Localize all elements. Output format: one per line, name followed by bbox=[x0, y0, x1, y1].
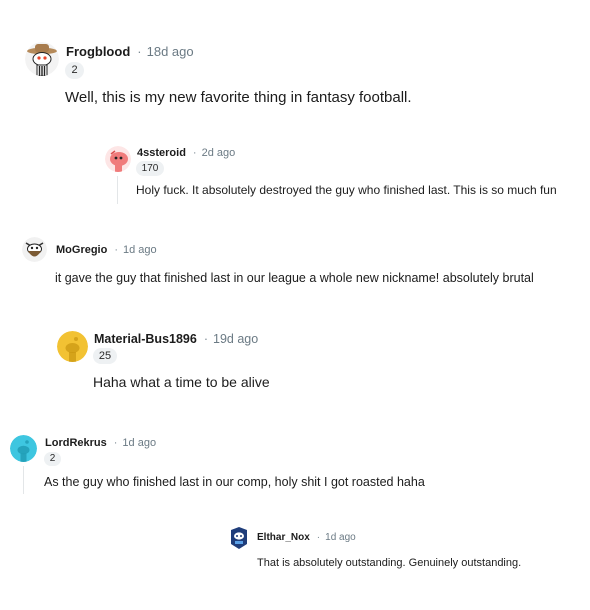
username[interactable]: LordRekrus bbox=[45, 437, 107, 449]
bearded-snoo-avatar-icon[interactable] bbox=[22, 237, 47, 262]
blue-snoo-avatar-icon[interactable] bbox=[228, 526, 250, 550]
score-badge: 25 bbox=[93, 348, 117, 364]
pink-snoo-avatar-icon[interactable] bbox=[105, 146, 131, 172]
timestamp[interactable]: 1d ago bbox=[325, 532, 356, 543]
meta-separator: · bbox=[192, 147, 197, 159]
username[interactable]: Material-Bus1896 bbox=[94, 332, 197, 346]
username[interactable]: Elthar_Nox bbox=[257, 532, 310, 543]
cowboy-snoo-avatar-icon[interactable] bbox=[25, 42, 59, 76]
score-badge: 170 bbox=[136, 161, 164, 176]
thread-line[interactable] bbox=[23, 466, 24, 494]
score-badge: 2 bbox=[44, 452, 61, 466]
timestamp[interactable]: 1d ago bbox=[122, 437, 156, 449]
comment-body: Well, this is my new favorite thing in f… bbox=[65, 89, 412, 106]
timestamp[interactable]: 1d ago bbox=[123, 244, 157, 256]
score-badge: 2 bbox=[65, 62, 84, 79]
comment-body: That is absolutely outstanding. Genuinel… bbox=[257, 557, 522, 569]
username[interactable]: MoGregio bbox=[56, 244, 107, 256]
yellow-default-avatar-icon[interactable] bbox=[57, 331, 88, 362]
timestamp[interactable]: 2d ago bbox=[202, 147, 236, 159]
timestamp[interactable]: 19d ago bbox=[213, 332, 258, 346]
comment-body: Haha what a time to be alive bbox=[93, 374, 270, 390]
thread-line[interactable] bbox=[117, 176, 118, 204]
meta-separator: · bbox=[203, 332, 208, 346]
meta-separator: · bbox=[114, 244, 119, 256]
meta-separator: · bbox=[316, 532, 321, 543]
cyan-default-avatar-icon[interactable] bbox=[10, 435, 37, 462]
username[interactable]: Frogblood bbox=[66, 44, 130, 59]
comment-body: Holy fuck. It absolutely destroyed the g… bbox=[136, 183, 557, 197]
comment-body: it gave the guy that finished last in ou… bbox=[55, 271, 534, 285]
meta-separator: · bbox=[137, 44, 142, 59]
username[interactable]: 4ssteroid bbox=[137, 147, 186, 159]
timestamp[interactable]: 18d ago bbox=[147, 44, 194, 59]
meta-separator: · bbox=[113, 437, 118, 449]
comment-body: As the guy who finished last in our comp… bbox=[44, 475, 425, 489]
